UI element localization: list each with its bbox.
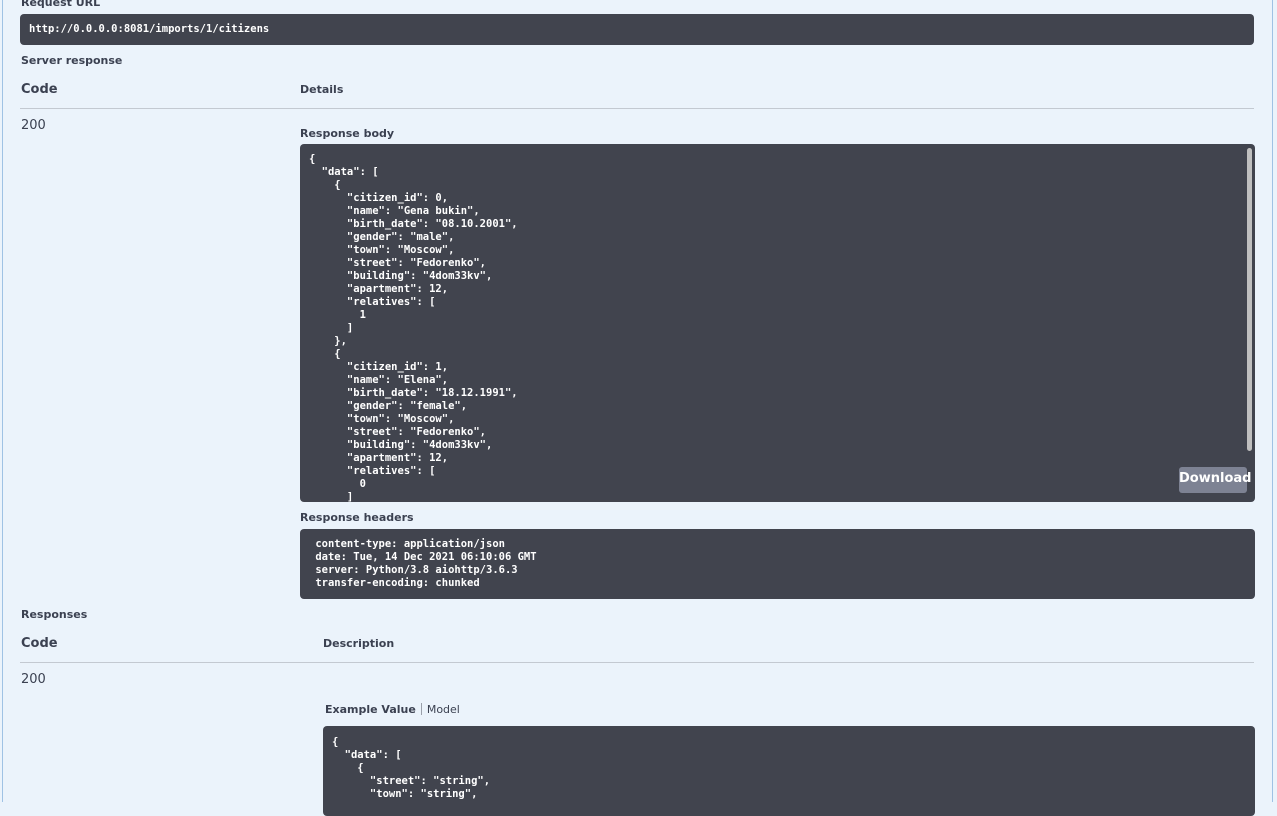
response-body-block[interactable]: { "data": [ { "citizen_id": 0, "name": "…	[300, 144, 1255, 502]
operation-panel: Request URL http://0.0.0.0:8081/imports/…	[2, 0, 1273, 816]
server-response-label: Server response	[21, 54, 123, 67]
request-url-box: http://0.0.0.0:8081/imports/1/citizens	[20, 14, 1254, 45]
response-body-label: Response body	[300, 127, 395, 140]
request-url-label: Request URL	[21, 0, 101, 9]
example-model-tabs: Example Value Model	[325, 703, 460, 716]
request-url-value: http://0.0.0.0:8081/imports/1/citizens	[29, 23, 270, 35]
example-value-block: { "data": [ { "street": "string", "town"…	[323, 726, 1255, 816]
response-body-scrollbar[interactable]	[1247, 148, 1252, 451]
tab-separator	[420, 703, 422, 715]
response-headers-label: Response headers	[300, 511, 414, 524]
responses-description-header: Description	[323, 637, 395, 650]
server-response-details-header: Details	[300, 83, 344, 96]
responses-code-header: Code	[21, 636, 58, 651]
responses-status-code: 200	[21, 672, 46, 687]
response-headers-text: content-type: application/json date: Tue…	[315, 538, 537, 589]
download-button[interactable]: Download	[1179, 467, 1251, 493]
response-headers-block: content-type: application/json date: Tue…	[300, 529, 1255, 599]
divider	[20, 662, 1254, 663]
response-body-text: { "data": [ { "citizen_id": 0, "name": "…	[309, 153, 518, 502]
server-response-status-code: 200	[21, 118, 46, 133]
divider	[20, 108, 1254, 109]
tab-model[interactable]: Model	[427, 703, 460, 716]
tab-example-value[interactable]: Example Value	[325, 703, 416, 716]
example-value-text: { "data": [ { "street": "string", "town"…	[332, 736, 491, 800]
server-response-code-header: Code	[21, 82, 58, 97]
responses-label: Responses	[21, 608, 88, 621]
